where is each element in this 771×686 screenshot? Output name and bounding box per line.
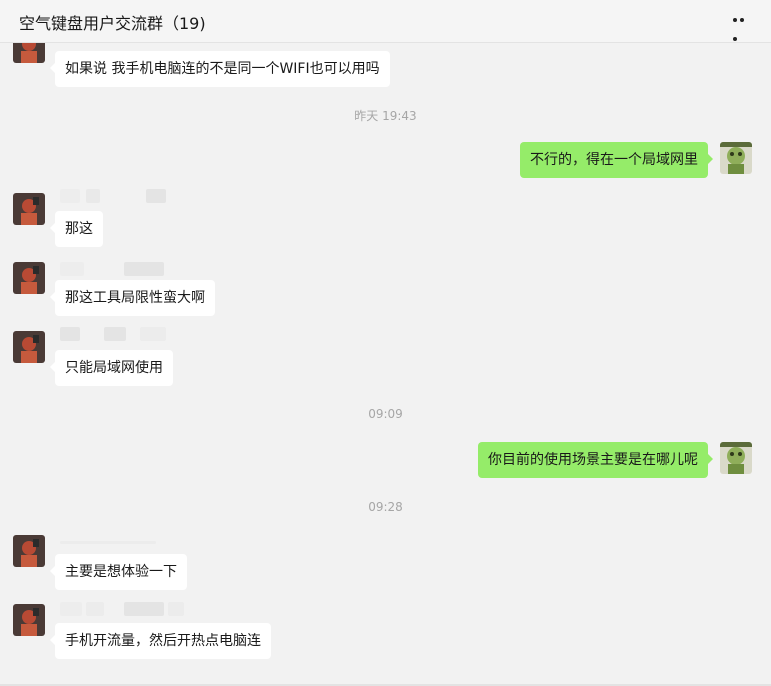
message-list[interactable]: 如果说 我手机电脑连的不是同一个WIFI也可以用吗 昨天 19:43 不行的，得… [0, 43, 771, 684]
message-bubble[interactable]: 主要是想体验一下 [50, 554, 187, 590]
avatar[interactable] [13, 43, 45, 63]
avatar[interactable] [13, 262, 45, 294]
chat-header: 空气键盘用户交流群（19) [0, 0, 771, 43]
avatar[interactable] [720, 142, 752, 174]
timestamp: 09:28 [368, 500, 403, 514]
message-bubble[interactable]: 那这 [50, 211, 103, 247]
avatar[interactable] [13, 331, 45, 363]
message-bubble[interactable]: 不行的，得在一个局域网里 [520, 142, 713, 178]
message-bubble[interactable]: 那这工具局限性蛮大啊 [50, 280, 215, 316]
more-dots-icon[interactable] [733, 18, 753, 41]
avatar[interactable] [13, 535, 45, 567]
avatar[interactable] [13, 604, 45, 636]
avatar[interactable] [720, 442, 752, 474]
chat-title: 空气键盘用户交流群（19) [19, 14, 206, 33]
avatar[interactable] [13, 193, 45, 225]
message-bubble[interactable]: 如果说 我手机电脑连的不是同一个WIFI也可以用吗 [50, 51, 390, 87]
message-bubble[interactable]: 只能局域网使用 [50, 350, 173, 386]
message-bubble[interactable]: 你目前的使用场景主要是在哪儿呢 [478, 442, 713, 478]
timestamp: 昨天 19:43 [354, 109, 417, 123]
timestamp: 09:09 [368, 407, 403, 421]
message-bubble[interactable]: 手机开流量，然后开热点电脑连 [50, 623, 271, 659]
